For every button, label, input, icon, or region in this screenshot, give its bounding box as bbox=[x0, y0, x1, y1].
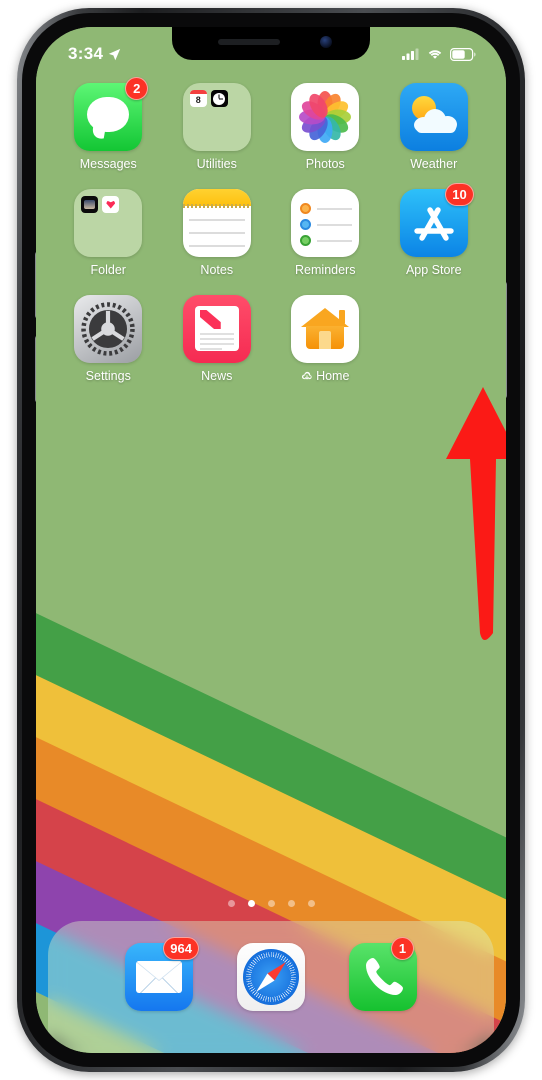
reminders-icon[interactable] bbox=[291, 189, 360, 257]
watch-icon bbox=[81, 196, 99, 213]
roof-shape bbox=[301, 308, 350, 327]
earpiece-speaker-icon bbox=[218, 39, 280, 45]
app-row-3: Settings News Home bbox=[36, 295, 506, 383]
home-screen-grid: 2 Messages 8 Utilities Photos Weather Fo… bbox=[36, 77, 506, 401]
app-row-2: Folder Notes Reminders 10 App Store bbox=[36, 183, 506, 277]
folder-preview-row: 8 bbox=[189, 90, 251, 107]
settings-icon[interactable] bbox=[74, 295, 143, 363]
app-label-photos: Photos bbox=[305, 157, 345, 171]
photos-icon[interactable] bbox=[291, 83, 360, 151]
gear-icon bbox=[81, 302, 135, 356]
cloud-shape bbox=[413, 109, 458, 133]
phone-device: 3:34 2 Messages 8 Utilities Photos Weath… bbox=[17, 8, 525, 1072]
app-label-home-text: Home bbox=[316, 369, 350, 383]
page-dot-5[interactable] bbox=[307, 900, 315, 907]
folder-utilities[interactable]: 8 Utilities bbox=[174, 83, 260, 171]
status-time: 3:34 bbox=[68, 44, 104, 63]
wifi-icon bbox=[428, 50, 442, 59]
red-arrow-annotation bbox=[446, 387, 506, 640]
dock-icon-mail[interactable]: 964 bbox=[125, 937, 199, 1011]
empty-grid-slot bbox=[391, 295, 477, 383]
safari-icon[interactable] bbox=[237, 943, 305, 1011]
news-icon[interactable] bbox=[182, 295, 251, 363]
app-row-1: 2 Messages 8 Utilities Photos Weather bbox=[36, 77, 506, 171]
badge-app-store: 10 bbox=[445, 183, 474, 206]
app-label-news: News bbox=[201, 369, 233, 383]
page-indicator-dots[interactable] bbox=[36, 900, 506, 907]
app-icon-photos[interactable]: Photos bbox=[282, 83, 368, 171]
app-label-weather: Weather bbox=[410, 157, 458, 171]
app-label-notes: Notes bbox=[200, 263, 234, 277]
app-label-home: Home bbox=[301, 369, 349, 383]
dock-icon-safari[interactable] bbox=[237, 943, 305, 1011]
app-label-reminders: Reminders bbox=[295, 263, 356, 277]
phone-screen[interactable]: 3:34 2 Messages 8 Utilities Photos Weath… bbox=[36, 27, 506, 1053]
app-label-app-store: App Store bbox=[405, 263, 462, 277]
calendar-icon: 8 bbox=[189, 90, 207, 107]
phone-frame: 3:34 2 Messages 8 Utilities Photos Weath… bbox=[22, 13, 520, 1067]
page-dot-2[interactable] bbox=[247, 900, 255, 907]
icloud-download-icon bbox=[302, 371, 312, 380]
weather-icon[interactable] bbox=[399, 83, 468, 151]
location-arrow-icon bbox=[109, 48, 121, 60]
app-icon-news[interactable]: News bbox=[174, 295, 260, 383]
app-icon-notes[interactable]: Notes bbox=[174, 189, 260, 277]
notch bbox=[172, 27, 370, 60]
app-icon-settings[interactable]: Settings bbox=[65, 295, 151, 383]
app-icon-home[interactable]: Home bbox=[282, 295, 368, 383]
utilities-folder-icon[interactable]: 8 bbox=[182, 83, 251, 151]
generic-folder-icon[interactable] bbox=[74, 189, 143, 257]
dock: 964 1 bbox=[48, 921, 494, 1053]
app-icon-app-store[interactable]: 10 App Store bbox=[391, 183, 477, 277]
app-icon-reminders[interactable]: Reminders bbox=[282, 189, 368, 277]
notes-icon[interactable] bbox=[182, 189, 251, 257]
calendar-day-number: 8 bbox=[195, 95, 201, 105]
home-icon[interactable] bbox=[291, 295, 360, 363]
badge-messages: 2 bbox=[125, 77, 149, 100]
app-label-settings: Settings bbox=[85, 369, 131, 383]
cellular-signal-icon bbox=[402, 48, 419, 60]
dock-icon-phone[interactable]: 1 bbox=[349, 937, 417, 1011]
app-label-folder: Folder bbox=[90, 263, 126, 277]
clock-icon bbox=[210, 90, 228, 107]
page-dot-3[interactable] bbox=[267, 900, 275, 907]
app-icon-weather[interactable]: Weather bbox=[391, 83, 477, 171]
app-icon-messages[interactable]: 2 Messages bbox=[65, 77, 151, 171]
badge-phone: 1 bbox=[391, 937, 414, 960]
front-camera-icon bbox=[320, 36, 332, 48]
status-bar-left: 3:34 bbox=[68, 44, 121, 64]
status-bar-right bbox=[402, 47, 476, 61]
door-shape bbox=[319, 331, 332, 349]
speech-bubble-shape bbox=[87, 97, 130, 132]
app-label-utilities: Utilities bbox=[196, 157, 237, 171]
compass-dial bbox=[243, 949, 299, 1005]
envelope-shape bbox=[136, 961, 182, 993]
folder-folder[interactable]: Folder bbox=[65, 189, 151, 277]
badge-mail: 964 bbox=[163, 937, 199, 960]
app-label-messages: Messages bbox=[79, 157, 137, 171]
folder-preview-row bbox=[81, 196, 142, 213]
page-dot-4[interactable] bbox=[287, 900, 295, 907]
health-icon bbox=[102, 196, 120, 213]
battery-icon bbox=[450, 47, 476, 61]
page-dot-1[interactable] bbox=[227, 900, 235, 907]
